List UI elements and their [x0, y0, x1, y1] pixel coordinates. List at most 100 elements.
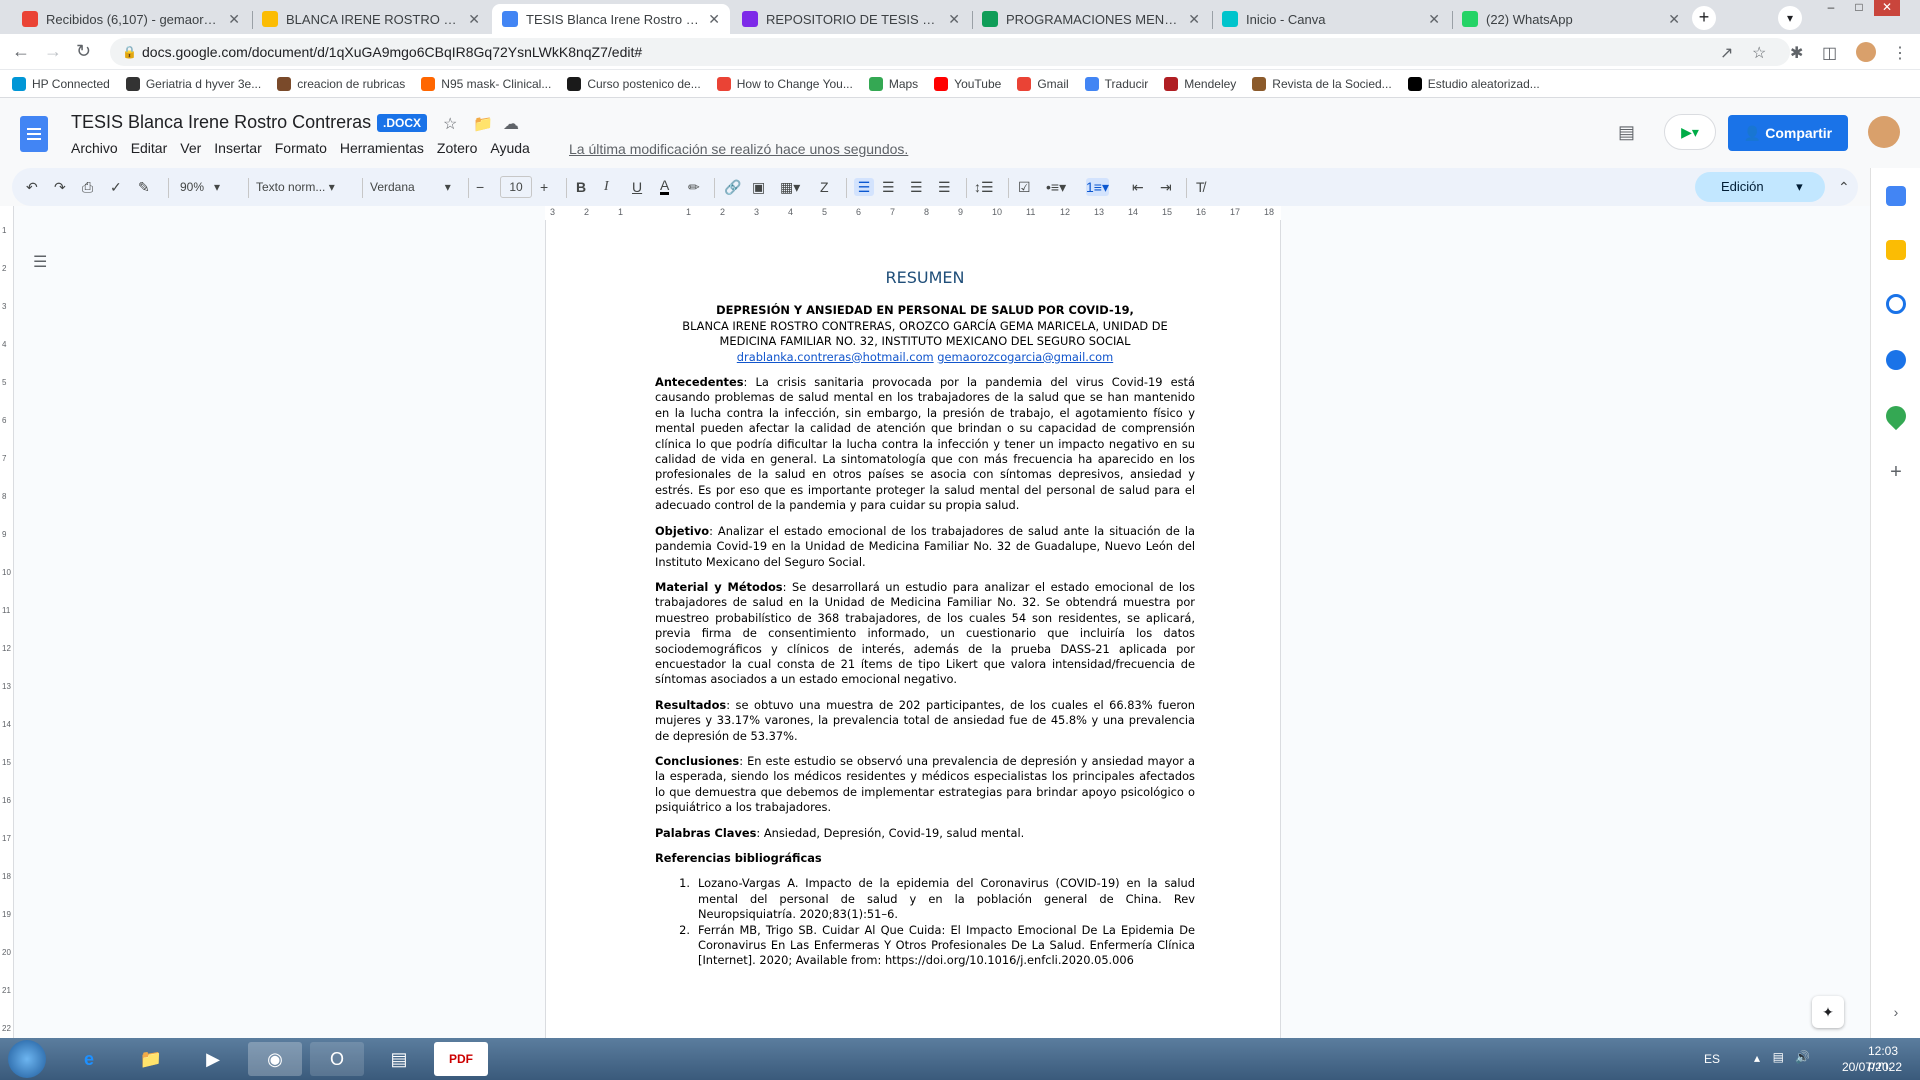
cloud-status-icon[interactable]: ☁	[503, 114, 519, 134]
tray-arrow-icon[interactable]: ▴	[1754, 1051, 1760, 1065]
redo-icon[interactable]: ↷	[54, 178, 66, 196]
menu-editar[interactable]: Editar	[131, 140, 168, 156]
style-select[interactable]: Texto norm... ▾	[256, 178, 352, 196]
decrease-font-size-icon[interactable]: −	[476, 178, 484, 196]
bookmark-item[interactable]: Gmail	[1017, 76, 1069, 91]
menu-formato[interactable]: Formato	[275, 140, 327, 156]
star-icon[interactable]: ☆	[443, 114, 457, 134]
bookmark-item[interactable]: Estudio aleatorizad...	[1407, 76, 1540, 91]
align-left-icon[interactable]: ☰	[854, 178, 874, 196]
maximize-button[interactable]: □	[1846, 0, 1872, 16]
tab-close-icon[interactable]: ✕	[1428, 11, 1440, 28]
bookmark-item[interactable]: Mendeley	[1164, 76, 1236, 91]
decrease-indent-icon[interactable]: ⇤	[1132, 178, 1144, 196]
url-field[interactable]: 🔒 docs.google.com/document/d/1qXuGA9mgo6…	[110, 38, 1790, 66]
forward-icon[interactable]: →	[44, 42, 62, 60]
menu-herramientas[interactable]: Herramientas	[340, 140, 424, 156]
share-button[interactable]: 👤 Compartir	[1728, 115, 1848, 151]
media-player-icon[interactable]: ▶	[186, 1042, 240, 1076]
extensions-icon[interactable]: ✱	[1790, 43, 1803, 63]
align-right-icon[interactable]: ☰	[910, 178, 923, 196]
start-button[interactable]	[8, 1040, 46, 1078]
italic-icon[interactable]: I	[604, 178, 609, 196]
email-link-2[interactable]: gemaorozcogarcia@gmail.com	[937, 350, 1113, 364]
tab-search-icon[interactable]: ▾	[1778, 6, 1802, 30]
tab-close-icon[interactable]: ✕	[948, 11, 960, 28]
browser-tab[interactable]: PROGRAMACIONES MENSUALES ✕	[972, 4, 1210, 34]
comment-history-icon[interactable]: ▤	[1618, 122, 1635, 143]
bookmark-item[interactable]: HP Connected	[12, 76, 110, 91]
ilovepdf-icon[interactable]: PDF	[434, 1042, 488, 1076]
network-icon[interactable]: ▤	[1773, 1050, 1784, 1064]
reload-icon[interactable]: ↻	[76, 42, 91, 60]
bookmark-item[interactable]: Revista de la Socied...	[1252, 76, 1392, 91]
browser-tab[interactable]: REPOSITORIO DE TESIS UMF 32 ✕	[732, 4, 970, 34]
explore-button[interactable]: ✦	[1812, 996, 1844, 1028]
tab-close-icon[interactable]: ✕	[468, 11, 480, 28]
link-icon[interactable]: 🔗	[724, 178, 741, 196]
account-avatar[interactable]	[1868, 116, 1900, 148]
bookmark-item[interactable]: creacion de rubricas	[277, 76, 405, 91]
new-tab-icon[interactable]: +	[1692, 6, 1716, 30]
bold-icon[interactable]: B	[576, 178, 586, 196]
tasks-icon[interactable]	[1886, 294, 1906, 314]
increase-font-size-icon[interactable]: +	[540, 178, 548, 196]
menu-zotero[interactable]: Zotero	[437, 140, 477, 156]
increase-indent-icon[interactable]: ⇥	[1160, 178, 1172, 196]
hide-menus-icon[interactable]: ⌃	[1838, 178, 1850, 196]
outlook-icon[interactable]: O	[310, 1042, 364, 1076]
side-panel-icon[interactable]: ◫	[1822, 43, 1837, 63]
calendar-icon[interactable]	[1886, 186, 1906, 206]
winrar-icon[interactable]: ▤	[372, 1042, 426, 1076]
browser-tab[interactable]: TESIS Blanca Irene Rostro Contreras ✕	[492, 4, 730, 34]
checklist-icon[interactable]: ☑	[1018, 178, 1031, 196]
line-spacing-icon[interactable]: ↕☰	[974, 178, 994, 196]
chrome-taskbar-icon[interactable]: ◉	[248, 1042, 302, 1076]
add-comment-icon[interactable]: ▣	[752, 178, 765, 196]
close-window-button[interactable]: ✕	[1874, 0, 1900, 16]
bookmark-item[interactable]: N95 mask- Clinical...	[421, 76, 551, 91]
maps-icon[interactable]	[1881, 401, 1911, 431]
menu-ayuda[interactable]: Ayuda	[490, 140, 529, 156]
language-indicator[interactable]: ES	[1704, 1052, 1720, 1066]
tab-close-icon[interactable]: ✕	[708, 11, 720, 28]
bookmark-item[interactable]: Curso postenico de...	[567, 76, 701, 91]
font-size-field[interactable]: 10	[500, 176, 532, 198]
bookmark-item[interactable]: YouTube	[934, 76, 1001, 91]
bookmark-item[interactable]: Geriatria d hyver 3e...	[125, 76, 261, 91]
print-icon[interactable]: ⎙	[82, 178, 93, 196]
email-link-1[interactable]: drablanka.contreras@hotmail.com	[737, 350, 934, 364]
docs-logo-icon[interactable]	[20, 116, 48, 152]
internet-explorer-icon[interactable]: e	[62, 1042, 116, 1076]
contacts-icon[interactable]	[1886, 350, 1906, 370]
document-page[interactable]: RESUMEN DEPRESIÓN Y ANSIEDAD EN PERSONAL…	[545, 220, 1281, 1038]
back-icon[interactable]: ←	[12, 42, 30, 60]
browser-tab[interactable]: Recibidos (6,107) - gemaorozcogarcia@gma…	[12, 4, 250, 34]
bookmark-star-icon[interactable]: ☆	[1752, 43, 1766, 63]
zoom-select[interactable]: 90% ▾	[180, 178, 240, 196]
align-center-icon[interactable]: ☰	[882, 178, 895, 196]
document-content[interactable]: RESUMEN DEPRESIÓN Y ANSIEDAD EN PERSONAL…	[655, 269, 1195, 969]
bookmark-item[interactable]: Traducir	[1084, 76, 1148, 91]
tab-close-icon[interactable]: ✕	[1668, 11, 1680, 28]
editing-mode-select[interactable]: Edición ▾	[1695, 172, 1825, 202]
profile-avatar[interactable]	[1856, 42, 1876, 62]
volume-icon[interactable]: 🔊	[1795, 1050, 1810, 1064]
highlight-icon[interactable]: ✏	[688, 178, 700, 196]
browser-tab[interactable]: BLANCA IRENE ROSTRO CONTRERAS ✕	[252, 4, 490, 34]
bookmark-item[interactable]: How to Change You...	[716, 76, 853, 91]
undo-icon[interactable]: ↶	[26, 178, 38, 196]
tab-close-icon[interactable]: ✕	[1188, 11, 1200, 28]
last-edit-link[interactable]: La última modificación se realizó hace u…	[569, 141, 908, 157]
move-folder-icon[interactable]: 📁	[473, 114, 493, 134]
keep-icon[interactable]	[1886, 240, 1906, 260]
collapse-panel-icon[interactable]: ›	[1886, 1002, 1906, 1022]
document-outline-icon[interactable]: ☰	[33, 252, 47, 272]
share-page-icon[interactable]: ↗	[1720, 43, 1733, 63]
tab-close-icon[interactable]: ✕	[228, 11, 240, 28]
meet-button[interactable]: ▶▾	[1664, 114, 1716, 150]
menu-ver[interactable]: Ver	[180, 140, 201, 156]
browser-tab[interactable]: Inicio - Canva ✕	[1212, 4, 1450, 34]
browser-menu-icon[interactable]: ⋮	[1892, 43, 1908, 63]
spellcheck-icon[interactable]: ✓	[110, 178, 122, 196]
